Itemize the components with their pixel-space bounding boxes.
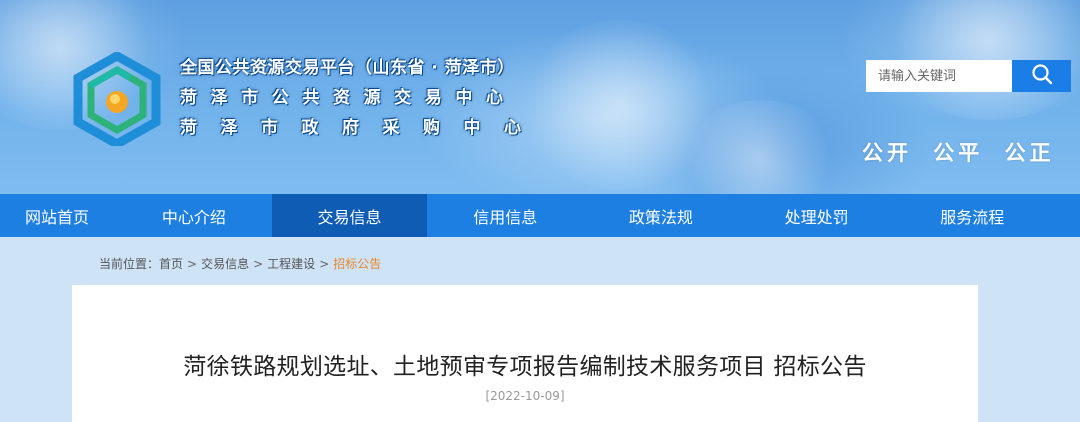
article-title: 菏徐铁路规划选址、土地预审专项报告编制技术服务项目 招标公告 <box>183 354 867 380</box>
procurement-title: 菏泽市政府采购中心 <box>180 118 545 138</box>
site-header: 全国公共资源交易平台（山东省 · 菏泽市） 菏泽市公共资源交易中心 菏泽市政府采… <box>0 0 1080 194</box>
breadcrumb-separator: > <box>253 257 264 271</box>
search-bar <box>866 60 1071 92</box>
platform-title: 全国公共资源交易平台（山东省 · 菏泽市） <box>180 58 515 78</box>
search-icon <box>1031 63 1053 89</box>
center-title: 菏泽市公共资源交易中心 <box>180 88 517 108</box>
search-button[interactable] <box>1012 60 1071 92</box>
breadcrumb-trading-info[interactable]: 交易信息 <box>201 257 249 271</box>
breadcrumb: 当前位置：首页 > 交易信息 > 工程建设 > 招标公告 <box>99 255 381 272</box>
nav-item-policies[interactable]: 政策法规 <box>583 194 739 237</box>
breadcrumb-separator: > <box>319 257 330 271</box>
article-date: [2022-10-09] <box>485 389 565 403</box>
slogan: 公开 公平 公正 <box>862 141 1055 165</box>
site-logo[interactable] <box>70 50 164 150</box>
nav-item-penalties[interactable]: 处理处罚 <box>739 194 895 237</box>
nav-item-about[interactable]: 中心介绍 <box>116 194 272 237</box>
site-title-block: 全国公共资源交易平台（山东省 · 菏泽市） 菏泽市公共资源交易中心 菏泽市政府采… <box>180 57 545 139</box>
breadcrumb-prefix: 当前位置： <box>99 257 160 271</box>
breadcrumb-home[interactable]: 首页 <box>159 257 183 271</box>
breadcrumb-engineering[interactable]: 工程建设 <box>267 257 315 271</box>
article-panel: 菏徐铁路规划选址、土地预审专项报告编制技术服务项目 招标公告 [2022-10-… <box>72 285 978 422</box>
main-nav: 网站首页 中心介绍 交易信息 信用信息 政策法规 处理处罚 服务流程 <box>0 194 1080 237</box>
breadcrumb-current[interactable]: 招标公告 <box>333 257 381 271</box>
search-input[interactable] <box>866 60 1012 92</box>
nav-item-trading-info[interactable]: 交易信息 <box>271 194 428 237</box>
nav-item-credit-info[interactable]: 信用信息 <box>427 194 583 237</box>
breadcrumb-separator: > <box>187 257 198 271</box>
nav-item-service-process[interactable]: 服务流程 <box>894 194 1050 237</box>
nav-item-home[interactable]: 网站首页 <box>0 194 116 237</box>
